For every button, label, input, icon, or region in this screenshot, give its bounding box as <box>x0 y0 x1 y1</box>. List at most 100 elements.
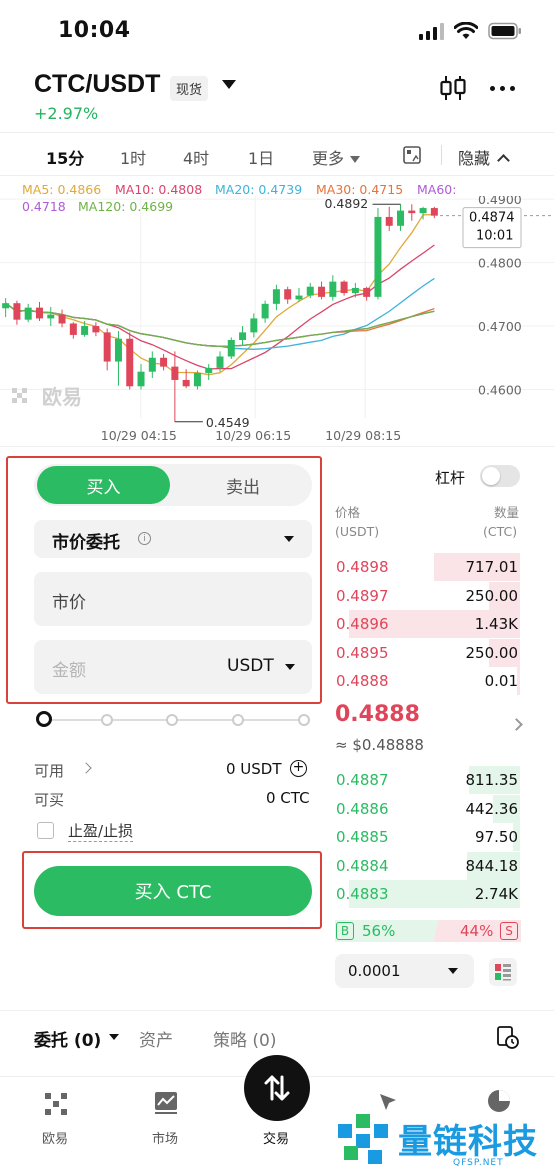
candlestick-chart-icon[interactable] <box>438 74 468 102</box>
ask-row[interactable]: 0.4895 250.00 <box>334 638 520 667</box>
candle-body <box>340 281 348 294</box>
candle-body <box>227 339 235 357</box>
ask-qty: 0.01 <box>484 672 518 690</box>
candle-body <box>81 326 89 335</box>
candle-body <box>239 332 247 340</box>
highlight-buy-button <box>22 851 322 929</box>
tab-assets[interactable]: 资产 <box>139 1026 173 1051</box>
more-options-icon[interactable] <box>490 86 515 91</box>
candle-body <box>35 307 43 319</box>
precision-caret-icon <box>448 968 458 974</box>
tpsl-label[interactable]: 止盈/止损 <box>68 820 134 842</box>
status-icons <box>419 22 522 40</box>
chart-watermark: 欧易 <box>42 385 82 409</box>
slider-step-50[interactable] <box>166 714 178 726</box>
sell-ratio-value: 44% <box>460 922 494 940</box>
qty-header: 数量 <box>494 505 520 520</box>
bottom-tabs-divider <box>0 1010 554 1011</box>
bid-row[interactable]: 0.4887 811.35 <box>334 766 520 794</box>
tab-1h[interactable]: 1时 <box>120 145 146 169</box>
buyable-value: 0 CTC <box>266 789 310 807</box>
assets-pie-icon[interactable] <box>486 1088 512 1114</box>
bid-qty: 97.50 <box>475 828 518 846</box>
qty-unit: (CTC) <box>483 524 518 539</box>
chart-settings-icon[interactable] <box>402 145 422 165</box>
deposit-plus-icon[interactable]: + <box>290 760 307 777</box>
ask-row[interactable]: 0.4896 1.43K <box>334 610 520 638</box>
ask-qty: 250.00 <box>465 643 519 662</box>
pair-dropdown-icon[interactable] <box>222 80 236 89</box>
candle-body <box>103 332 111 362</box>
bid-qty: 442.36 <box>465 799 519 818</box>
market-chart-icon[interactable] <box>153 1090 179 1116</box>
order-history-icon[interactable] <box>495 1024 521 1050</box>
candle-body <box>351 287 359 294</box>
watermark-subtext: QFSP.NET <box>453 1158 504 1168</box>
price-unit: (USDT) <box>335 524 380 539</box>
last-price-tag-value: 0.4874 <box>469 211 515 226</box>
okx-logo-icon[interactable] <box>44 1092 68 1116</box>
highlight-order-form <box>6 456 322 704</box>
ask-qty: 717.01 <box>465 558 519 576</box>
bid-qty: 844.18 <box>465 856 519 875</box>
candle-body <box>284 289 292 300</box>
ask-row[interactable]: 0.4897 250.00 <box>334 581 520 610</box>
bid-row[interactable]: 0.4886 442.36 <box>334 794 520 823</box>
bid-price: 0.4886 <box>336 799 389 818</box>
price-change: +2.97% <box>34 104 99 123</box>
y-tick-label: 0.4700 <box>478 319 522 334</box>
nav-trade-label[interactable]: 交易 <box>263 1128 289 1147</box>
candle-body <box>419 208 427 214</box>
slider-handle[interactable] <box>36 711 52 727</box>
tab-more-label: 更多 <box>312 149 345 168</box>
bid-row[interactable]: 0.4883 2.74K <box>334 880 520 908</box>
tab-orders[interactable]: 委托 (0) <box>34 1026 101 1051</box>
candle-body <box>261 303 269 319</box>
candle-body <box>69 323 77 335</box>
buy-ratio-badge: B <box>336 922 354 940</box>
tab-15m[interactable]: 15分 <box>46 145 84 169</box>
candle-body <box>58 314 66 324</box>
candle-body <box>148 357 156 372</box>
bid-price: 0.4885 <box>336 828 389 846</box>
candle-body <box>272 289 280 304</box>
watermark-logo-icon <box>338 1114 388 1164</box>
ask-price: 0.4888 <box>336 672 389 690</box>
chart-watermark-logo-cell <box>17 393 22 398</box>
slider-step-25[interactable] <box>101 714 113 726</box>
chevron-right-icon[interactable] <box>510 718 523 731</box>
tpsl-checkbox[interactable] <box>37 822 54 839</box>
hide-chart-toggle[interactable]: 隐藏 <box>458 145 510 169</box>
battery-icon <box>488 22 521 40</box>
slider-step-100[interactable] <box>298 714 310 726</box>
tab-strategy[interactable]: 策略 (0) <box>213 1026 276 1051</box>
bid-row[interactable]: 0.4884 844.18 <box>334 851 520 880</box>
ask-price: 0.4896 <box>336 615 389 633</box>
book-view-icon[interactable] <box>489 958 517 986</box>
precision-value: 0.0001 <box>348 962 401 980</box>
tab-4h[interactable]: 4时 <box>183 145 209 169</box>
status-time: 10:04 <box>58 18 131 43</box>
chart-watermark-logo-cell <box>22 398 27 403</box>
candle-body <box>92 326 100 333</box>
ask-row[interactable]: 0.4888 0.01 <box>334 667 520 695</box>
x-tick-label: 10/29 04:15 <box>101 428 177 443</box>
candle-body <box>306 286 314 296</box>
tab-more[interactable]: 更多 <box>312 145 361 169</box>
leverage-label: 杠杆 <box>435 469 466 487</box>
chevron-up-icon <box>497 154 510 167</box>
slider-step-75[interactable] <box>232 714 244 726</box>
bid-row[interactable]: 0.4885 97.50 <box>334 823 520 851</box>
spot-badge: 现货 <box>170 76 209 101</box>
ask-row[interactable]: 0.4898 717.01 <box>334 553 520 581</box>
candlestick-chart[interactable]: 0.4900 0.4800 0.4700 0.4600 10/29 04:15 10/29… <box>0 196 554 446</box>
low-label: 0.4549 <box>206 415 250 430</box>
ma20-value: MA20: 0.4739 <box>215 182 303 197</box>
available-arrow-icon[interactable] <box>80 762 92 774</box>
nav-market-label[interactable]: 市场 <box>152 1128 178 1147</box>
candle-body <box>13 303 21 320</box>
x-tick-label: 10/29 06:15 <box>215 428 291 443</box>
tab-1d[interactable]: 1日 <box>248 145 274 169</box>
nav-okx-label[interactable]: 欧易 <box>42 1128 68 1147</box>
pair-title[interactable]: CTC/USDT <box>34 70 160 99</box>
